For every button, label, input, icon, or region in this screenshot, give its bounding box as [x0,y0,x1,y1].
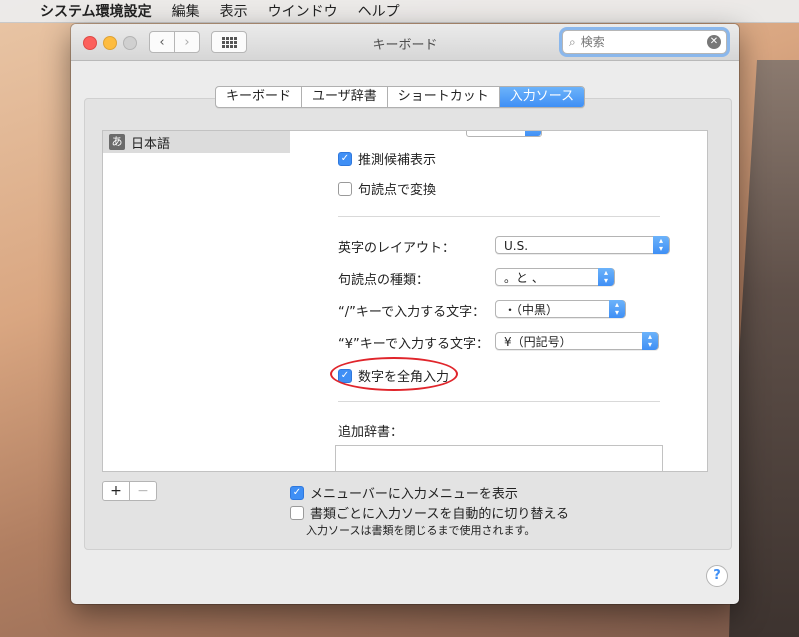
source-label: 日本語 [131,136,171,152]
list-item-japanese[interactable]: あ 日本語 [103,131,291,153]
auto-switch-checkbox[interactable] [290,505,304,520]
predict-option[interactable]: ✓ 推測候補表示 [338,149,436,168]
slash-key-value: ・（中黒） [504,303,559,317]
menu-help[interactable]: ヘルプ [358,1,400,21]
chevron-updown-icon: ▴ ▾ [642,332,658,350]
search-icon: ⌕ [569,34,576,49]
scrolled-popup[interactable] [466,131,542,137]
yen-key-value: ¥（円記号） [504,335,572,349]
menu-view[interactable]: 表示 [220,1,248,21]
divider [338,401,660,402]
fullwidth-digit-label: 数字を全角入力 [358,370,450,385]
search-field[interactable]: ⌕ ✕ [562,30,727,54]
show-menu-label: メニューバーに入力メニューを表示 [310,487,518,502]
source-settings-pane: ✓ 推測候補表示 句読点で変換 英字のレイアウト： U.S. ▴ ▾ 句読点の種類… [290,130,708,472]
auto-switch-option[interactable]: 書類ごとに入力ソースを自動的に切り替える [290,503,569,522]
fullwidth-digit-checkbox[interactable]: ✓ [338,368,352,383]
punct-convert-label: 句読点で変換 [358,183,437,198]
add-remove-control: + − [102,481,157,501]
dict-label: 追加辞書： [338,425,404,440]
predict-checkbox[interactable]: ✓ [338,151,352,166]
tab-shortcuts[interactable]: ショートカット [388,87,500,107]
punct-type-select[interactable]: 。と 、 ▴ ▾ [495,268,615,286]
slash-key-label: “/”キーで入力する文字： [338,305,486,320]
dictionary-list[interactable] [335,445,663,471]
punct-convert-checkbox[interactable] [338,181,352,196]
predict-label: 推測候補表示 [358,153,437,168]
menu-window[interactable]: ウインドウ [268,1,338,21]
yen-key-select[interactable]: ¥（円記号） ▴ ▾ [495,332,659,350]
slash-key-select[interactable]: ・（中黒） ▴ ▾ [495,300,626,318]
divider [338,216,660,217]
title-bar: ‹ › キーボード ⌕ ✕ [71,24,739,61]
show-menu-checkbox[interactable]: ✓ [290,485,304,500]
chevron-updown-icon: ▴ ▾ [653,236,669,254]
tab-bar: キーボード ユーザ辞書 ショートカット 入力ソース [215,86,586,108]
menu-app-name[interactable]: システム環境設定 [40,1,152,21]
auto-switch-label: 書類ごとに入力ソースを自動的に切り替える [310,507,569,522]
add-source-button[interactable]: + [103,482,129,500]
popup-arrows-icon [525,131,541,136]
fullwidth-digit-option[interactable]: ✓ 数字を全角入力 [338,366,449,385]
tab-keyboard[interactable]: キーボード [216,87,303,107]
yen-key-label: “¥”キーで入力する文字： [338,337,489,352]
keyboard-preferences-window: ‹ › キーボード ⌕ ✕ キーボード ユーザ辞書 ショートカット 入力ソース … [71,24,739,604]
menu-edit[interactable]: 編集 [172,1,200,21]
tab-user-dictionary[interactable]: ユーザ辞書 [302,87,388,107]
help-button[interactable]: ? [706,565,728,587]
show-menu-option[interactable]: ✓ メニューバーに入力メニューを表示 [290,483,518,502]
layout-label: 英字のレイアウト： [338,241,456,256]
tab-input-sources[interactable]: 入力ソース [499,87,585,107]
punct-convert-option[interactable]: 句読点で変換 [338,179,436,198]
input-source-list: あ 日本語 [102,130,292,472]
search-input[interactable] [578,34,693,50]
remove-source-button[interactable]: − [129,482,156,500]
punct-type-label: 句読点の種類： [338,273,430,288]
desktop-background [729,60,799,637]
hiragana-icon: あ [109,134,125,150]
clear-search-icon[interactable]: ✕ [707,35,721,49]
chevron-updown-icon: ▴ ▾ [598,268,614,286]
menu-bar: システム環境設定 編集 表示 ウインドウ ヘルプ [0,0,799,23]
chevron-updown-icon: ▴ ▾ [609,300,625,318]
layout-select[interactable]: U.S. ▴ ▾ [495,236,670,254]
punct-type-value: 。と 、 [504,271,544,285]
auto-switch-note: 入力ソースは書類を閉じるまで使用されます。 [306,524,536,537]
layout-value: U.S. [504,239,529,253]
